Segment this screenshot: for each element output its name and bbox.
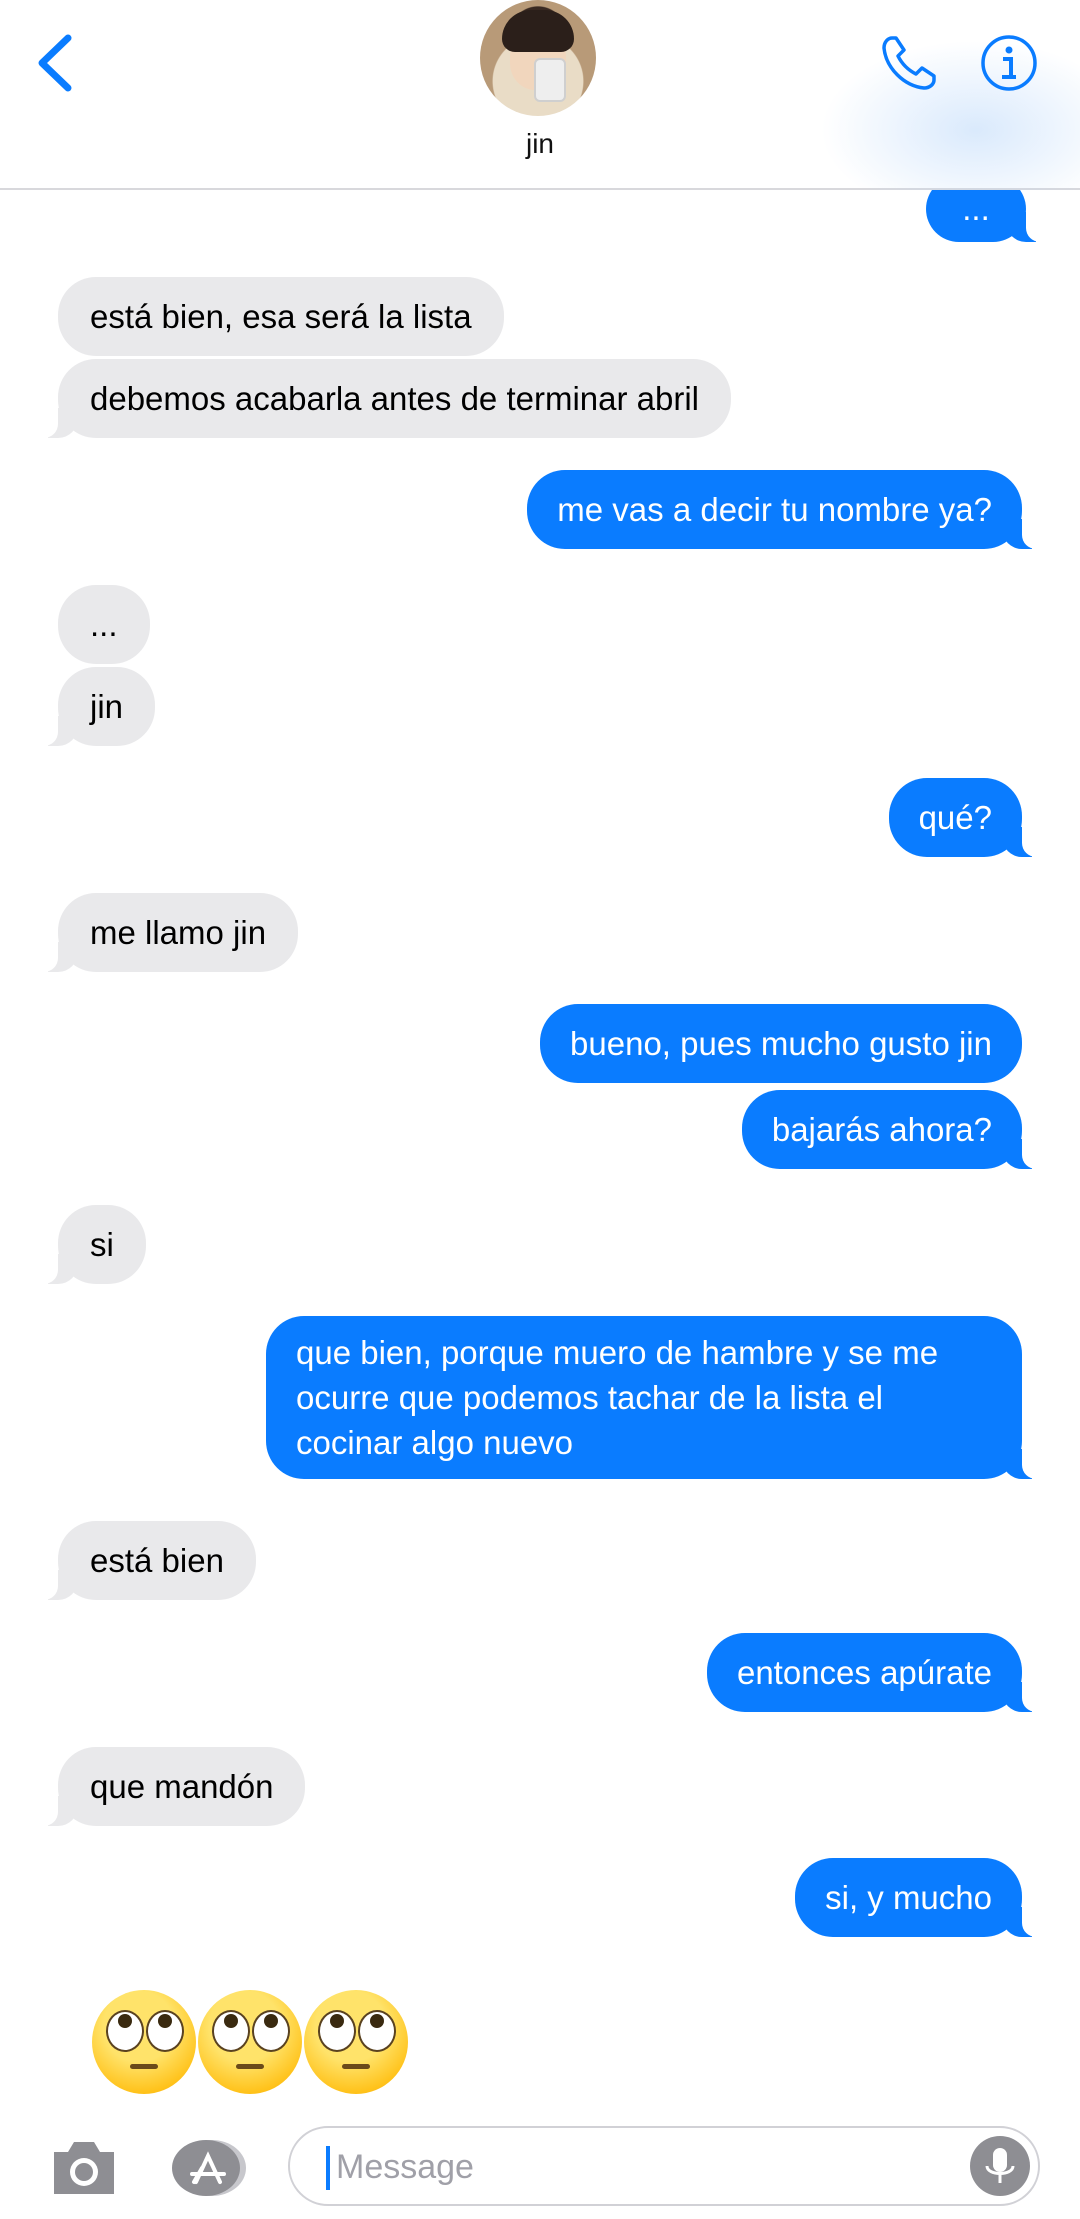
- microphone-icon: [985, 2148, 1015, 2183]
- message-text: si, y mucho: [825, 1879, 992, 1916]
- message-bubble-incoming[interactable]: si: [36, 1205, 146, 1284]
- message-bubble-outgoing[interactable]: entonces apúrate: [706, 1633, 1045, 1712]
- header-glow: [820, 40, 1080, 190]
- message-text: está bien: [90, 1542, 224, 1579]
- text-cursor: [326, 2146, 330, 2190]
- message-bubble-incoming[interactable]: está bien, esa será la lista: [58, 277, 504, 356]
- face-with-rolling-eyes-emoji: [92, 1990, 196, 2094]
- camera-icon: [54, 2142, 114, 2194]
- app-store-icon: [172, 2140, 246, 2196]
- messages-screen: jin ... está bien, esa será la lista deb…: [0, 0, 1080, 2219]
- contact-name[interactable]: jin: [0, 128, 1080, 160]
- message-text: bajarás ahora?: [771, 1111, 992, 1148]
- message-text: jin: [90, 688, 124, 725]
- back-button[interactable]: [28, 28, 88, 98]
- message-text: debemos acabarla antes de terminar abril: [90, 380, 700, 417]
- message-bubble-outgoing[interactable]: si, y mucho: [795, 1858, 1044, 1937]
- message-bubble-incoming[interactable]: debemos acabarla antes de terminar abril: [35, 359, 732, 438]
- message-text: me vas a decir tu nombre ya?: [557, 491, 992, 528]
- message-text: me llamo jin: [90, 914, 267, 951]
- message-input[interactable]: Message: [288, 2126, 1040, 2206]
- message-placeholder: Message: [336, 2148, 474, 2186]
- info-icon: [981, 35, 1037, 91]
- avatar-hair: [502, 10, 574, 52]
- message-bubble-outgoing[interactable]: me vas a decir tu nombre ya?: [527, 470, 1044, 549]
- dictation-button[interactable]: [970, 2136, 1030, 2196]
- message-bubble-outgoing[interactable]: bajarás ahora?: [741, 1090, 1045, 1169]
- message-bubble-incoming[interactable]: está bien: [36, 1521, 256, 1600]
- message-text: bueno, pues mucho gusto jin: [570, 1025, 992, 1062]
- message-text: que bien, porque muero de hambre y se me…: [296, 1334, 939, 1461]
- contact-avatar[interactable]: [480, 0, 596, 116]
- app-store-button[interactable]: [166, 2138, 250, 2198]
- message-bubble-incoming[interactable]: ...: [58, 585, 150, 664]
- message-bubble-incoming[interactable]: que mandón: [35, 1747, 306, 1826]
- conversation-header: jin: [0, 0, 1080, 190]
- message-text: que mandón: [90, 1768, 274, 1805]
- face-with-rolling-eyes-emoji: [304, 1990, 408, 2094]
- message-bubble-incoming[interactable]: jin: [35, 667, 156, 746]
- message-bubble-outgoing[interactable]: que bien, porque muero de hambre y se me…: [266, 1316, 1044, 1479]
- message-text: entonces apúrate: [736, 1654, 992, 1691]
- camera-button[interactable]: [48, 2134, 120, 2200]
- message-text: ...: [962, 190, 990, 227]
- back-chevron-icon: [38, 34, 72, 92]
- message-bubble-outgoing[interactable]: qué?: [888, 778, 1045, 857]
- call-button[interactable]: [878, 32, 940, 94]
- info-button[interactable]: [980, 34, 1038, 92]
- face-with-rolling-eyes-emoji: [198, 1990, 302, 2094]
- message-text: si: [90, 1226, 114, 1263]
- message-bubble-incoming[interactable]: me llamo jin: [35, 893, 299, 972]
- message-text: está bien, esa será la lista: [90, 298, 472, 335]
- phone-icon: [882, 36, 936, 90]
- message-bubble-outgoing[interactable]: bueno, pues mucho gusto jin: [540, 1004, 1022, 1083]
- emoji-message[interactable]: [92, 1990, 408, 2098]
- avatar-phone: [534, 58, 566, 102]
- message-text: ...: [90, 606, 118, 643]
- message-text: qué?: [918, 799, 992, 836]
